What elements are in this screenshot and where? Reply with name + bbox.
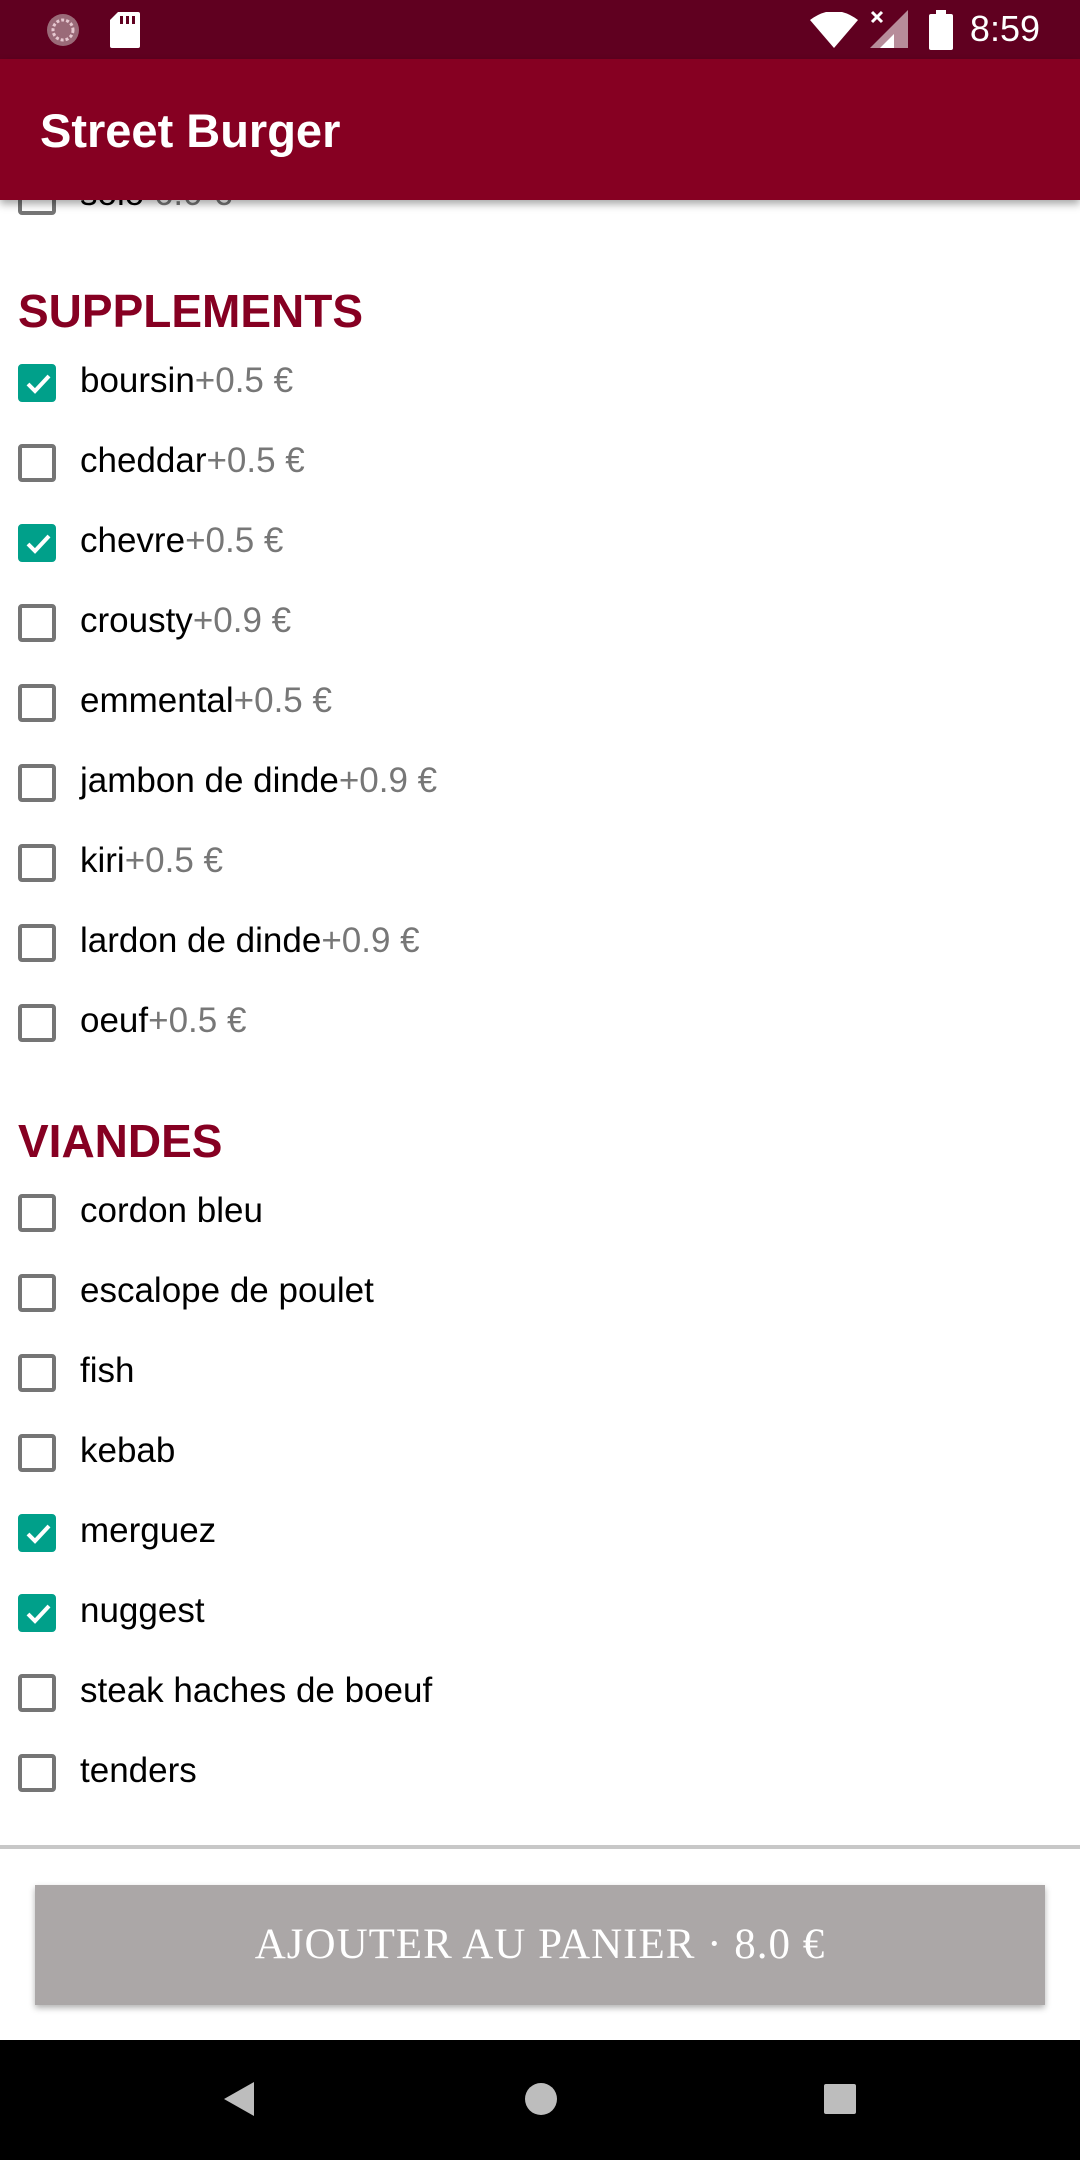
- signal-icon: [870, 10, 910, 53]
- list-item-cheddar[interactable]: cheddar+0.5 €: [0, 425, 1080, 505]
- item-label: emmental+0.5 €: [80, 681, 332, 720]
- checkbox[interactable]: [18, 1434, 56, 1472]
- checkbox[interactable]: [18, 604, 56, 642]
- checkbox[interactable]: [18, 1004, 56, 1042]
- checkbox-checked[interactable]: [18, 524, 56, 562]
- list-item-nuggest[interactable]: nuggest: [0, 1575, 1080, 1655]
- item-label: nuggest: [80, 1591, 205, 1630]
- list-item-solo[interactable]: solo 6.0 €: [0, 200, 1080, 238]
- list-item-emmental[interactable]: emmental+0.5 €: [0, 665, 1080, 745]
- list-item-steak-haches-de-boeuf[interactable]: steak haches de boeuf: [0, 1655, 1080, 1735]
- recents-icon[interactable]: [822, 2080, 858, 2121]
- checkbox[interactable]: [18, 684, 56, 722]
- item-label: solo 6.0 €: [80, 200, 232, 214]
- battery-icon: [929, 10, 953, 55]
- section-title-supplements: SUPPLEMENTS: [18, 285, 364, 337]
- back-icon[interactable]: [222, 2080, 256, 2123]
- item-label: crousty+0.9 €: [80, 601, 292, 640]
- item-label: lardon de dinde+0.9 €: [80, 921, 420, 960]
- list-item-fish[interactable]: fish: [0, 1335, 1080, 1415]
- list-item-chevre[interactable]: chevre+0.5 €: [0, 505, 1080, 585]
- item-label: kiri+0.5 €: [80, 841, 224, 880]
- item-label: tenders: [80, 1751, 197, 1790]
- checkbox[interactable]: [18, 444, 56, 482]
- checkbox-checked[interactable]: [18, 1514, 56, 1552]
- list-item-cordon-bleu[interactable]: cordon bleu: [0, 1175, 1080, 1255]
- list-item-boursin[interactable]: boursin+0.5 €: [0, 345, 1080, 425]
- checkbox[interactable]: [18, 200, 56, 215]
- checkbox-checked[interactable]: [18, 364, 56, 402]
- item-label: chevre+0.5 €: [80, 521, 284, 560]
- item-label: escalope de poulet: [80, 1271, 374, 1310]
- list-item-jambon-de-dinde[interactable]: jambon de dinde+0.9 €: [0, 745, 1080, 825]
- checkbox[interactable]: [18, 844, 56, 882]
- checkbox[interactable]: [18, 1354, 56, 1392]
- item-label: kebab: [80, 1431, 176, 1470]
- list-item-merguez[interactable]: merguez: [0, 1495, 1080, 1575]
- item-label: cordon bleu: [80, 1191, 263, 1230]
- list-item-lardon-de-dinde[interactable]: lardon de dinde+0.9 €: [0, 905, 1080, 985]
- list-item-kiri[interactable]: kiri+0.5 €: [0, 825, 1080, 905]
- checkbox-checked[interactable]: [18, 1594, 56, 1632]
- checkbox[interactable]: [18, 1674, 56, 1712]
- add-to-cart-button[interactable]: AJOUTER AU PANIER · 8.0 €: [35, 1885, 1045, 2005]
- list-item-oeuf[interactable]: oeuf+0.5 €: [0, 985, 1080, 1065]
- sd-card-icon: [110, 12, 140, 53]
- item-label: cheddar+0.5 €: [80, 441, 305, 480]
- status-time: 8:59: [969, 8, 1040, 49]
- checkbox[interactable]: [18, 764, 56, 802]
- item-label: oeuf+0.5 €: [80, 1001, 247, 1040]
- app-title: Street Burger: [40, 104, 341, 157]
- checkbox[interactable]: [18, 1274, 56, 1312]
- home-icon[interactable]: [523, 2080, 559, 2121]
- list-item-tenders[interactable]: tenders: [0, 1735, 1080, 1815]
- section-title-viandes: VIANDES: [18, 1115, 223, 1167]
- status-bar: 8:59: [0, 0, 1080, 59]
- list-item-crousty[interactable]: crousty+0.9 €: [0, 585, 1080, 665]
- checkbox[interactable]: [18, 1754, 56, 1792]
- list-item-escalope-de-poulet[interactable]: escalope de poulet: [0, 1255, 1080, 1335]
- options-list[interactable]: solo 6.0 € SUPPLEMENTS boursin+0.5 € che…: [0, 200, 1080, 1845]
- app-bar: Street Burger: [0, 59, 1080, 200]
- item-label: boursin+0.5 €: [80, 361, 294, 400]
- item-label: merguez: [80, 1511, 217, 1550]
- item-label: jambon de dinde+0.9 €: [80, 761, 438, 800]
- app-notification-icon: [45, 12, 81, 53]
- checkbox[interactable]: [18, 924, 56, 962]
- item-label: steak haches de boeuf: [80, 1671, 433, 1710]
- navigation-bar: [0, 2040, 1080, 2160]
- item-label: fish: [80, 1351, 135, 1390]
- footer: AJOUTER AU PANIER · 8.0 €: [0, 1849, 1080, 2040]
- list-item-kebab[interactable]: kebab: [0, 1415, 1080, 1495]
- wifi-icon: [810, 11, 858, 53]
- checkbox[interactable]: [18, 1194, 56, 1232]
